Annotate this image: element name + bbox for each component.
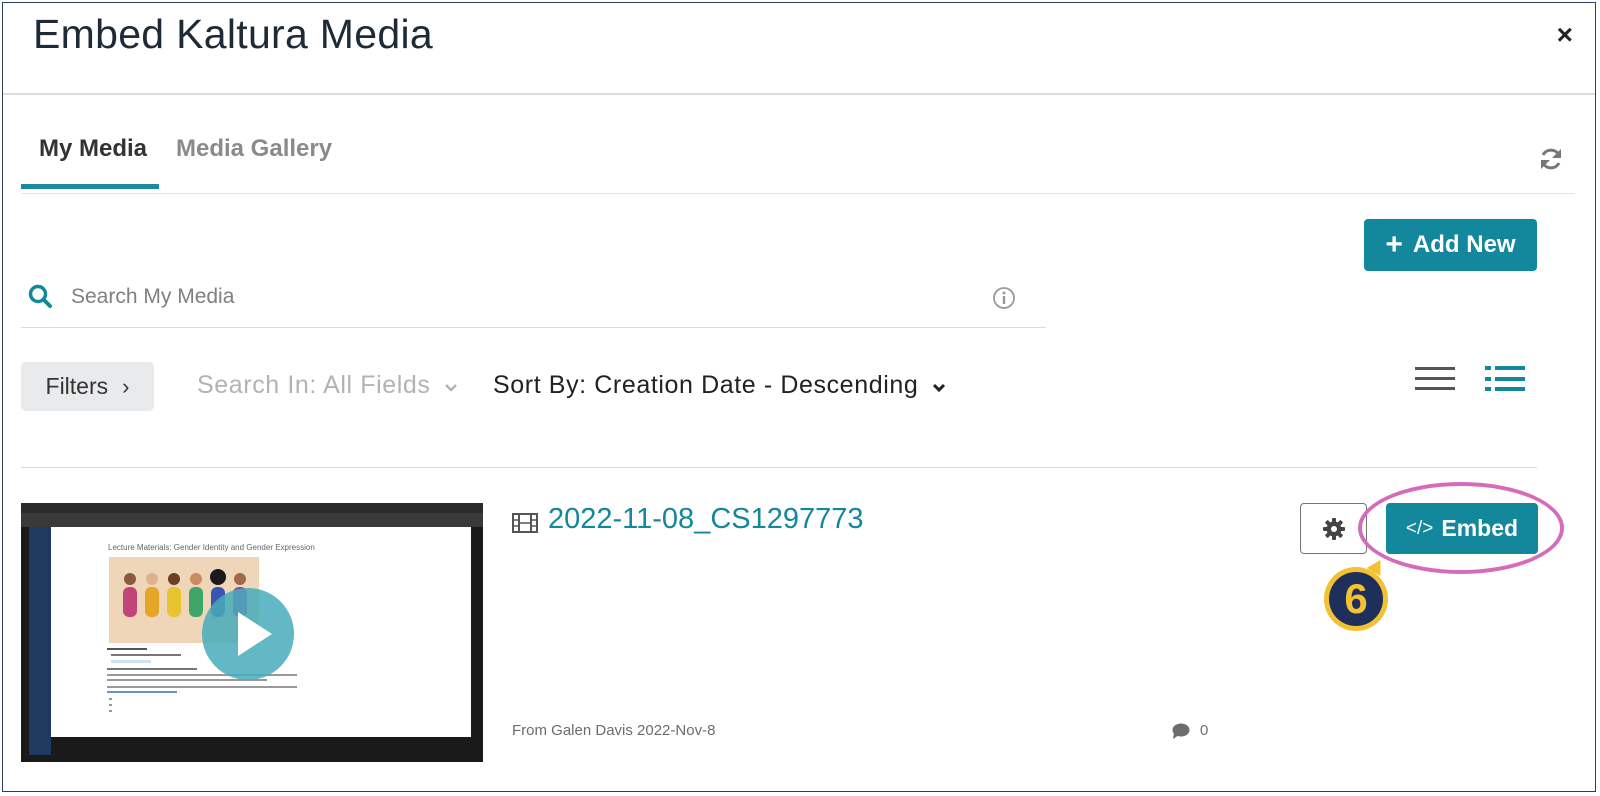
- dialog-title: Embed Kaltura Media: [33, 11, 433, 57]
- thumbnail-course-nav: [51, 527, 101, 737]
- tab-media-gallery[interactable]: Media Gallery: [176, 135, 332, 163]
- filters-label: Filters: [45, 373, 109, 399]
- step-badge-pointer: [1366, 555, 1388, 577]
- sort-by-dropdown[interactable]: Sort By: Creation Date - Descending: [493, 371, 946, 400]
- plus-icon: +: [1385, 228, 1403, 261]
- thumbnail-page-title: Lecture Materials: Gender Identity and G…: [108, 543, 315, 552]
- thumbnail-nav-rail: [29, 527, 51, 755]
- step-badge: 6: [1324, 567, 1388, 631]
- dialog-header: Embed Kaltura Media ×: [3, 3, 1595, 95]
- active-tab-indicator: [21, 184, 159, 189]
- chevron-right-icon: ›: [122, 373, 130, 399]
- sort-by-label: Sort By: Creation Date - Descending: [493, 371, 919, 399]
- search-bar: [21, 267, 1046, 328]
- search-in-label: Search In: All Fields: [197, 371, 431, 399]
- add-new-button[interactable]: + Add New: [1364, 219, 1537, 271]
- play-button[interactable]: [202, 588, 294, 680]
- step-number: 6: [1329, 572, 1383, 626]
- list-view-icon[interactable]: [1415, 365, 1457, 393]
- add-new-label: Add New: [1412, 231, 1516, 258]
- comment-icon: [1172, 723, 1190, 739]
- media-meta: From Galen Davis 2022-Nov-8: [512, 722, 716, 739]
- detailed-view-icon[interactable]: [1485, 365, 1527, 393]
- chevron-down-icon: [932, 383, 945, 393]
- embed-dialog: Embed Kaltura Media × My Media Media Gal…: [2, 2, 1596, 792]
- video-film-icon: [512, 513, 538, 533]
- tab-my-media[interactable]: My Media: [39, 135, 147, 163]
- filters-button[interactable]: Filters ›: [21, 362, 154, 411]
- info-icon[interactable]: [992, 286, 1016, 310]
- close-button[interactable]: ×: [1557, 19, 1573, 51]
- search-icon: [28, 284, 52, 308]
- thumbnail-menubar: [21, 503, 483, 513]
- gear-icon: [1322, 517, 1345, 540]
- results-divider: [21, 467, 1537, 468]
- search-in-dropdown[interactable]: Search In: All Fields: [197, 371, 458, 400]
- media-title-link[interactable]: 2022-11-08_CS1297773: [548, 503, 864, 536]
- settings-button[interactable]: [1300, 503, 1367, 554]
- chevron-down-icon: [445, 384, 457, 392]
- embed-button[interactable]: </> Embed: [1386, 503, 1538, 554]
- refresh-icon[interactable]: [1537, 145, 1565, 173]
- thumbnail-browser-tabs: [21, 513, 483, 527]
- comments-count: 0: [1172, 722, 1208, 739]
- search-input[interactable]: [69, 279, 973, 315]
- comments-count-value: 0: [1200, 722, 1209, 739]
- media-tabs: My Media Media Gallery: [21, 95, 1575, 194]
- embed-label: Embed: [1441, 515, 1519, 541]
- code-icon: </>: [1405, 517, 1434, 539]
